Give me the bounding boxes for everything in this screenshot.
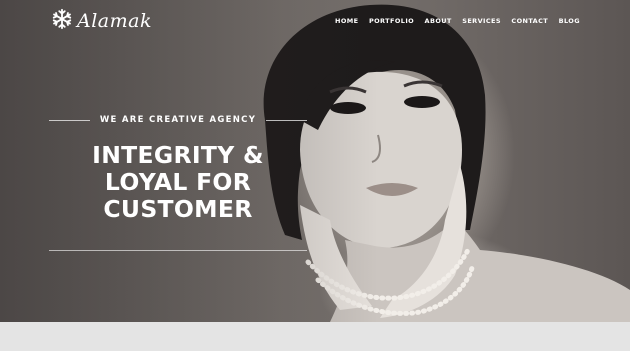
hero-tagline: WE ARE CREATIVE AGENCY [99, 115, 257, 125]
brand-name: Alamak [77, 10, 152, 32]
hero-divider [49, 250, 307, 251]
nav-services[interactable]: SERVICES [462, 15, 501, 27]
main-nav: HOME PORTFOLIO ABOUT SERVICES CONTACT BL… [335, 15, 580, 27]
brand-logo[interactable]: Alamak [51, 8, 152, 35]
hero-section: Alamak HOME PORTFOLIO ABOUT SERVICES CON… [0, 0, 630, 322]
nav-blog[interactable]: BLOG [559, 15, 580, 27]
tagline-right-rule [266, 119, 307, 121]
nav-contact[interactable]: CONTACT [511, 15, 548, 27]
headline-line-1: INTEGRITY & [92, 141, 264, 169]
snowflake-icon [51, 8, 73, 35]
next-section-strip [0, 322, 630, 351]
nav-about[interactable]: ABOUT [425, 15, 452, 27]
hero-tagline-row: WE ARE CREATIVE AGENCY [49, 115, 307, 125]
headline-line-3: CUSTOMER [103, 195, 253, 223]
nav-home[interactable]: HOME [335, 15, 358, 27]
tagline-left-rule [49, 119, 90, 121]
nav-portfolio[interactable]: PORTFOLIO [369, 15, 414, 27]
hero-headline: INTEGRITY & LOYAL FOR CUSTOMER [49, 142, 307, 223]
headline-line-2: LOYAL FOR [104, 168, 252, 196]
